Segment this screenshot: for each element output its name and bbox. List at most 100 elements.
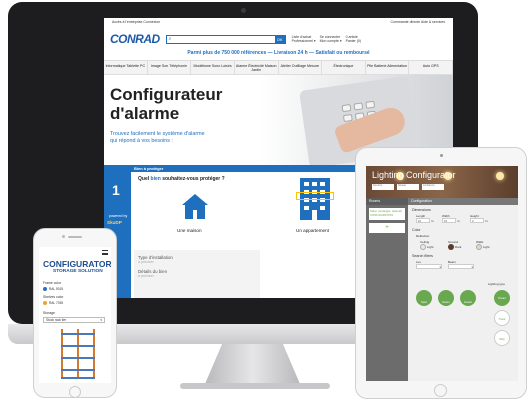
height-input[interactable]: 3 (470, 218, 484, 223)
nav-item[interactable]: Électronique (322, 61, 366, 74)
site-header: CONRAD ⌕ OK Liste d'achat Professionnel ▾… (104, 28, 453, 50)
search-button[interactable]: OK (274, 34, 285, 44)
utility-bar: Accès à l'entreprise Connexion Commande … (104, 18, 453, 28)
lighting-type-option[interactable]: Track (494, 310, 510, 326)
shelves-color-value[interactable]: RAL 7035 (49, 301, 63, 305)
storage-select[interactable]: Stock rack tier ▾ (43, 317, 105, 323)
lighting-type-option[interactable]: Strip (494, 330, 510, 346)
powered-by-label: powered by (108, 214, 128, 218)
phone-subtitle: STORAGE SOLUTION (53, 269, 103, 274)
config-header: Configuration (408, 198, 518, 205)
tool-account[interactable]: Se connecter Mon compte ▾ (320, 35, 342, 43)
reflection-ceiling-swatch[interactable] (420, 244, 426, 250)
nav-item[interactable]: Modélisme Sono Loisirs (191, 61, 235, 74)
length-input[interactable]: 10 (416, 218, 430, 223)
frame-color-swatch[interactable] (43, 287, 47, 291)
promo-banner: Parmi plus de 750 000 références — Livra… (187, 50, 370, 56)
category-nav: Informatique Tablette PC Image Son Télép… (104, 60, 453, 75)
rooms-header: Rooms (366, 198, 408, 205)
dimensions-label: Dimensions (412, 208, 431, 212)
unit-label: m (485, 219, 488, 223)
room-item[interactable]: Salon (rectangle, plafond) CONFIGURATION (369, 208, 405, 220)
house-icon[interactable] (182, 194, 208, 220)
home-button[interactable] (69, 386, 81, 398)
lighting-type-option[interactable]: Spot (416, 290, 432, 306)
width-input[interactable]: 15 (442, 218, 456, 223)
tablet-banner: Lighting Configurator Nombre Niveau Ambi… (366, 166, 518, 198)
tablet-screen: Lighting Configurator Nombre Niveau Ambi… (366, 166, 518, 381)
utility-bar-left[interactable]: Accès à l'entreprise Connexion (112, 20, 160, 26)
property-details: Détails du bien à préciser (138, 269, 168, 278)
speaker (68, 236, 82, 238)
lighting-type-option[interactable]: Down (438, 290, 454, 306)
tablet-device: Lighting Configurator Nombre Niveau Ambi… (355, 147, 527, 399)
unit-label: m (457, 219, 460, 223)
banner-field[interactable]: Niveau (397, 184, 419, 190)
conrad-logo[interactable]: CONRAD (110, 32, 160, 46)
banner-field[interactable]: Nombre (372, 184, 394, 190)
lighting-type-option[interactable]: Linear (460, 290, 476, 306)
step-number: 1 (112, 182, 120, 198)
summary-panel: Type d'installation à préciser Détails du… (134, 250, 260, 298)
shelves-color-swatch[interactable] (43, 301, 47, 305)
chevron-down-icon: ▾ (439, 265, 441, 269)
frame-color-value[interactable]: RAL 5015 (49, 287, 63, 291)
banner-fields: Nombre Niveau Ambiance (372, 184, 444, 190)
add-room-button[interactable]: + (369, 223, 405, 233)
phone-title: CONFIGURATOR (43, 259, 111, 269)
reflection-value: Light (483, 245, 490, 249)
search-filters-label: Search filters (412, 254, 433, 258)
nav-item[interactable]: Pile Batterie Alimentation (366, 61, 410, 74)
hero-title: Configurateur d'alarme (110, 85, 223, 123)
lux-select[interactable]: ▾ (416, 264, 442, 269)
phone-screen: CONFIGURATOR STORAGE SOLUTION Frame colo… (39, 247, 111, 383)
option-apartment-label[interactable]: Un appartement (296, 228, 329, 233)
config-panel: Configuration Dimensions Length Width He… (408, 198, 518, 381)
nav-item[interactable]: Auto GPS (409, 61, 453, 74)
option-house-label[interactable]: Une maison (177, 228, 202, 233)
tablet-body: Rooms Salon (rectangle, plafond) CONFIGU… (366, 198, 518, 381)
color-label: Color (412, 228, 421, 232)
home-button[interactable] (434, 384, 447, 397)
chevron-down-icon: ▾ (100, 318, 102, 322)
imac-stand (205, 344, 300, 384)
chevron-down-icon: ▾ (471, 265, 473, 269)
search-icon: ⌕ (168, 36, 172, 42)
storage-label: Storage (43, 311, 55, 315)
hamburger-menu-icon[interactable] (102, 250, 108, 255)
search-bar: ⌕ OK (165, 34, 286, 44)
reflection-label: Reflection (416, 234, 430, 238)
phone-device: CONFIGURATOR STORAGE SOLUTION Frame colo… (33, 228, 117, 398)
question: Quel bien souhaitez-vous protéger ? (138, 176, 225, 182)
utility-bar-right[interactable]: Commande directe Aide & services (391, 20, 445, 26)
shelves-color-label: Shelves color (43, 295, 64, 299)
unit-label: m (431, 219, 434, 223)
nav-item[interactable]: Informatique Tablette PC (104, 61, 148, 74)
reflection-value: Light (427, 245, 434, 249)
question-link[interactable]: bien (151, 176, 161, 182)
header-tools: Liste d'achat Professionnel ▾ Se connecte… (292, 35, 361, 43)
nav-item[interactable]: Image Son Téléphonie (148, 61, 192, 74)
reflection-value: Dark (455, 245, 462, 249)
tool-cart[interactable]: 0 article Panier (0) (346, 35, 361, 43)
shelf-rack-preview (61, 329, 95, 379)
camera (62, 235, 65, 238)
tool-wishlist[interactable]: Liste d'achat Professionnel ▾ (292, 35, 316, 43)
lamp-icon (496, 172, 504, 180)
banner-field[interactable]: Ambiance (422, 184, 444, 190)
camera (241, 8, 246, 13)
nav-item[interactable]: Alarme Électricité Maison Jardin (235, 61, 279, 74)
reflection-ground-swatch[interactable] (448, 244, 454, 250)
imac-foot (180, 383, 330, 389)
partner-logo: SkuDP (107, 220, 122, 225)
lighting-type-option[interactable]: Panel (494, 290, 510, 306)
beam-select[interactable]: ▾ (448, 264, 474, 269)
apartment-building-icon[interactable] (296, 178, 334, 220)
install-type: Type d'installation à préciser (138, 255, 173, 264)
nav-item[interactable]: Atelier Outillage Mesure (279, 61, 323, 74)
lighting-type-label: Lighting type (488, 282, 506, 286)
hero-text: Trouvez facilement le système d'alarme q… (110, 131, 205, 144)
camera (440, 154, 443, 157)
rooms-sidebar: Rooms Salon (rectangle, plafond) CONFIGU… (366, 198, 408, 381)
reflection-walls-swatch[interactable] (476, 244, 482, 250)
